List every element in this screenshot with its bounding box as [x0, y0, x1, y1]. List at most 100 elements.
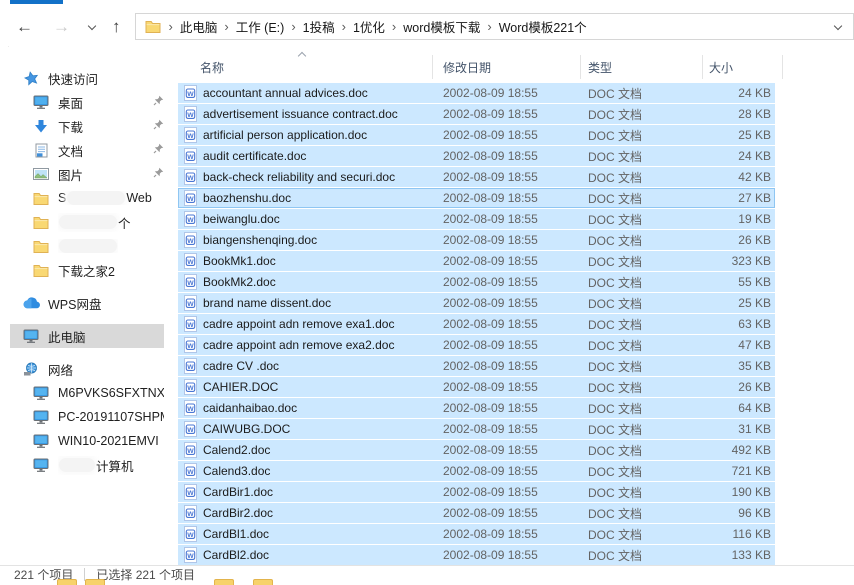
file-date-modified: 2002-08-09 18:55: [433, 233, 581, 247]
pin-icon[interactable]: [153, 167, 164, 181]
file-row[interactable]: Waccountant annual advices.doc2002-08-09…: [178, 83, 775, 103]
word-doc-icon: W: [184, 442, 197, 458]
file-size: 35 KB: [703, 359, 775, 373]
file-row[interactable]: WCardBl1.doc2002-08-09 18:55DOC 文档116 KB: [178, 524, 775, 544]
sidebar-item[interactable]: 下载: [10, 114, 164, 138]
back-button[interactable]: ←: [10, 14, 39, 39]
file-row[interactable]: Wcadre appoint adn remove exa2.doc2002-0…: [178, 335, 775, 355]
file-row[interactable]: WCardBir1.doc2002-08-09 18:55DOC 文档190 K…: [178, 482, 775, 502]
column-header-size[interactable]: 大小: [703, 55, 783, 79]
file-date-modified: 2002-08-09 18:55: [433, 527, 581, 541]
column-header-type[interactable]: 类型: [581, 55, 703, 79]
file-row[interactable]: Waudit certificate.doc2002-08-09 18:55DO…: [178, 146, 775, 166]
sidebar-item[interactable]: 网络: [10, 357, 164, 381]
word-doc-icon: W: [184, 379, 197, 395]
svg-text:W: W: [187, 217, 194, 224]
sidebar-item[interactable]: 快速访问: [10, 66, 164, 90]
file-size: 26 KB: [703, 380, 775, 394]
file-row[interactable]: WCardBl2.doc2002-08-09 18:55DOC 文档133 KB: [178, 545, 775, 565]
sidebar-item[interactable]: SWeb: [10, 186, 164, 210]
sidebar-item-label: 快速访问: [48, 69, 98, 88]
redaction-blur: [59, 458, 95, 472]
sidebar-item[interactable]: 此电脑: [10, 324, 164, 348]
file-row[interactable]: WCAHIER.DOC2002-08-09 18:55DOC 文档26 KB: [178, 377, 775, 397]
pin-icon[interactable]: [153, 95, 164, 109]
breadcrumb-item[interactable]: Word模板221个: [499, 17, 587, 36]
file-row[interactable]: Wback-check reliability and securi.doc20…: [178, 167, 775, 187]
up-button[interactable]: ↑: [106, 14, 127, 39]
word-doc-icon: W: [184, 274, 197, 290]
breadcrumb-item[interactable]: 1投稿: [303, 17, 335, 36]
breadcrumb-item[interactable]: 工作 (E:): [236, 17, 285, 36]
file-row[interactable]: WCalend2.doc2002-08-09 18:55DOC 文档492 KB: [178, 440, 775, 460]
file-type: DOC 文档: [581, 421, 703, 438]
sidebar-item[interactable]: WIN10-2021EMVI: [10, 429, 164, 453]
sidebar-item[interactable]: 桌面: [10, 90, 164, 114]
file-row[interactable]: WCAIWUBG.DOC2002-08-09 18:55DOC 文档31 KB: [178, 419, 775, 439]
sidebar-item[interactable]: PC-20191107SHPM: [10, 405, 164, 429]
word-doc-icon: W: [184, 316, 197, 332]
sidebar-item[interactable]: 图片: [10, 162, 164, 186]
file-row[interactable]: Wadvertisement issuance contract.doc2002…: [178, 104, 775, 124]
address-bar[interactable]: ›此电脑›工作 (E:)›1投稿›1优化›word模板下载›Word模板221个: [135, 13, 854, 40]
svg-text:W: W: [187, 490, 194, 497]
sidebar-item-label: 此电脑: [48, 327, 86, 346]
file-row[interactable]: WBookMk1.doc2002-08-09 18:55DOC 文档323 KB: [178, 251, 775, 271]
file-name-cell: Wbrand name dissent.doc: [178, 295, 433, 311]
file-name: BookMk1.doc: [203, 254, 276, 268]
file-row[interactable]: Wcadre appoint adn remove exa1.doc2002-0…: [178, 314, 775, 334]
column-header-date-modified[interactable]: 修改日期: [433, 55, 581, 79]
svg-text:W: W: [187, 301, 194, 308]
file-row[interactable]: WCardBir2.doc2002-08-09 18:55DOC 文档96 KB: [178, 503, 775, 523]
breadcrumb-item[interactable]: 1优化: [353, 17, 385, 36]
file-name: Calend2.doc: [203, 443, 270, 457]
file-row[interactable]: WCalend3.doc2002-08-09 18:55DOC 文档721 KB: [178, 461, 775, 481]
file-row[interactable]: WBookMk2.doc2002-08-09 18:55DOC 文档55 KB: [178, 272, 775, 292]
recent-locations-button[interactable]: [84, 12, 100, 41]
file-size: 96 KB: [703, 506, 775, 520]
sidebar-item-label: WPS网盘: [48, 294, 101, 313]
word-doc-icon: W: [184, 484, 197, 500]
svg-text:W: W: [187, 427, 194, 434]
file-size: 24 KB: [703, 86, 775, 100]
file-date-modified: 2002-08-09 18:55: [433, 401, 581, 415]
sidebar-item[interactable]: M6PVKS6SFXTNX: [10, 381, 164, 405]
sidebar-item[interactable]: [10, 234, 164, 258]
word-doc-icon: W: [184, 232, 197, 248]
breadcrumb-item[interactable]: 此电脑: [180, 17, 218, 36]
file-name: beiwanglu.doc: [203, 212, 280, 226]
forward-button[interactable]: →: [47, 14, 76, 39]
column-header-name[interactable]: 名称: [178, 55, 433, 79]
sidebar-item[interactable]: 文档: [10, 138, 164, 162]
network-icon: [22, 361, 40, 377]
selection-count: 已选择 221 个项目: [96, 566, 195, 583]
file-name-cell: WBookMk1.doc: [178, 253, 433, 269]
sidebar-item-label: WIN10-2021EMVI: [58, 434, 159, 448]
file-name: cadre appoint adn remove exa1.doc: [203, 317, 394, 331]
address-dropdown-button[interactable]: [831, 16, 845, 37]
pin-icon[interactable]: [153, 143, 164, 157]
computer-icon: [32, 457, 50, 473]
pin-icon[interactable]: [153, 119, 164, 133]
file-row[interactable]: Wcaidanhaibao.doc2002-08-09 18:55DOC 文档6…: [178, 398, 775, 418]
sidebar-item[interactable]: WPS网盘: [10, 291, 164, 315]
svg-text:W: W: [187, 175, 194, 182]
file-row[interactable]: Wbaozhenshu.doc2002-08-09 18:55DOC 文档27 …: [178, 188, 775, 208]
file-row[interactable]: Wbrand name dissent.doc2002-08-09 18:55D…: [178, 293, 775, 313]
sidebar-item[interactable]: 下载之家2: [10, 258, 164, 282]
file-size: 42 KB: [703, 170, 775, 184]
file-date-modified: 2002-08-09 18:55: [433, 380, 581, 394]
sidebar-item-label: 文档: [58, 141, 83, 160]
file-name-cell: WCardBir1.doc: [178, 484, 433, 500]
breadcrumb-item[interactable]: word模板下载: [403, 17, 480, 36]
file-name-cell: Wback-check reliability and securi.doc: [178, 169, 433, 185]
file-row[interactable]: Wbeiwanglu.doc2002-08-09 18:55DOC 文档19 K…: [178, 209, 775, 229]
file-row[interactable]: Wcadre CV .doc2002-08-09 18:55DOC 文档35 K…: [178, 356, 775, 376]
sidebar-item[interactable]: 计算机: [10, 453, 164, 477]
sidebar-item-label: 下载: [58, 117, 83, 136]
file-date-modified: 2002-08-09 18:55: [433, 128, 581, 142]
file-row[interactable]: Wartificial person application.doc2002-0…: [178, 125, 775, 145]
file-row[interactable]: Wbiangenshenqing.doc2002-08-09 18:55DOC …: [178, 230, 775, 250]
sidebar-item[interactable]: 个: [10, 210, 164, 234]
file-name: caidanhaibao.doc: [203, 401, 297, 415]
